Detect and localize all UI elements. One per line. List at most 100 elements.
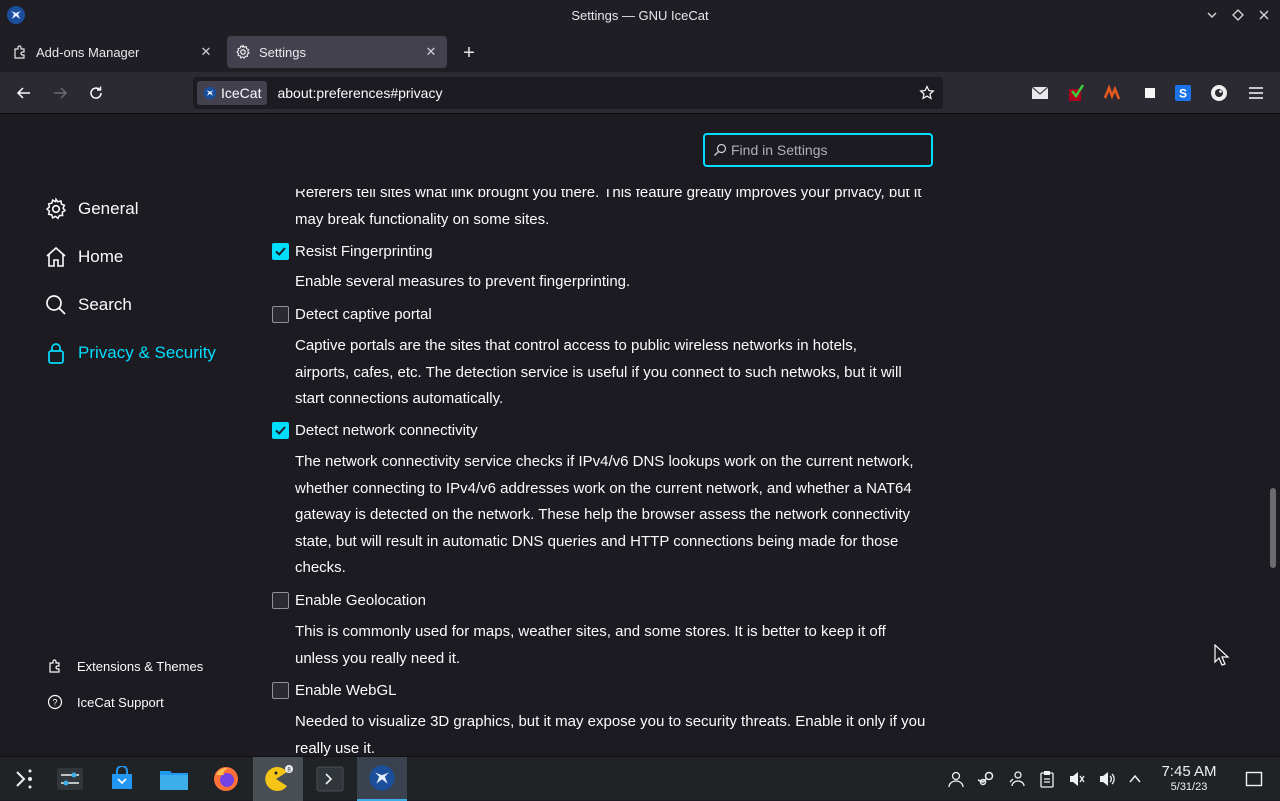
enable-geolocation-option[interactable]: Enable Geolocation [272, 589, 426, 611]
application-launcher-button[interactable] [0, 757, 50, 801]
close-tab-icon[interactable]: ✕ [423, 44, 439, 60]
pacman-game-button[interactable]: 8 [253, 757, 303, 801]
extension-white-square-icon[interactable] [1140, 83, 1160, 103]
detect-captive-portal-option[interactable]: Detect captive portal [272, 303, 432, 325]
icecat-logo-icon [7, 6, 25, 24]
extension-s-icon[interactable]: S [1173, 83, 1193, 103]
search-input[interactable] [731, 142, 921, 158]
terminal-button[interactable] [305, 757, 355, 801]
tab-label: Add-ons Manager [36, 44, 140, 60]
maximize-icon[interactable] [1232, 6, 1244, 24]
category-label: Home [78, 247, 124, 266]
window-title: Settings — GNU IceCat [571, 7, 709, 23]
steam-icon[interactable] [976, 769, 996, 789]
taskbar: 8 7:45 AM 5/31/23 [0, 756, 1280, 801]
icecat-task-button[interactable] [357, 757, 407, 801]
tab-strip: Add-ons Manager ✕ Settings ✕ + [0, 30, 1280, 72]
extensions-themes-link[interactable]: Extensions & Themes [46, 655, 203, 677]
puzzle-icon [46, 657, 64, 675]
kde-connect-icon[interactable] [1008, 769, 1028, 789]
scrollbar[interactable] [1266, 114, 1280, 756]
option-label: Enable WebGL [295, 681, 397, 699]
pacman-icon: 8 [265, 765, 293, 791]
category-label: Search [78, 295, 132, 314]
checkmark-icon [275, 425, 286, 435]
option-label: Detect network connectivity [295, 421, 478, 439]
discover-store-button[interactable] [97, 757, 147, 801]
mail-icon[interactable] [1030, 83, 1050, 103]
identity-box[interactable]: IceCat [197, 81, 268, 105]
detect-network-connectivity-option[interactable]: Detect network connectivity [272, 419, 478, 441]
reload-button[interactable] [84, 81, 108, 105]
url-text[interactable]: about:preferences#privacy [277, 85, 442, 101]
clock-date: 5/31/23 [1170, 781, 1208, 793]
show-desktop-icon[interactable] [1244, 769, 1264, 789]
checkbox-unchecked[interactable] [272, 681, 289, 699]
category-label: Privacy & Security [78, 343, 216, 362]
checkbox-checked[interactable] [272, 421, 289, 439]
terminal-icon [316, 766, 344, 792]
volume-icon[interactable] [1097, 769, 1117, 789]
category-search[interactable]: Search [44, 288, 132, 322]
resist-fingerprinting-option[interactable]: Resist Fingerprinting [272, 240, 433, 262]
firefox-icon [214, 767, 238, 791]
mouse-cursor-icon [1214, 644, 1230, 666]
category-general[interactable]: General [44, 192, 138, 226]
audio-muted-icon[interactable] [1067, 769, 1087, 789]
url-bar[interactable]: IceCat about:preferences#privacy [193, 77, 943, 109]
minimize-icon[interactable] [1206, 6, 1218, 24]
extension-checkmark-icon[interactable] [1066, 83, 1086, 103]
firefox-button[interactable] [201, 757, 251, 801]
gear-icon [44, 197, 68, 221]
arrow-left-icon [16, 87, 30, 99]
digital-clock[interactable]: 7:45 AM 5/31/23 [1152, 763, 1226, 793]
enable-webgl-option[interactable]: Enable WebGL [272, 679, 396, 701]
clipboard-icon[interactable] [1037, 769, 1057, 789]
preferences-content: General Home Search Privacy & Security E… [0, 114, 1280, 756]
search-icon [714, 143, 727, 156]
back-button[interactable] [12, 81, 36, 105]
extension-eye-icon[interactable] [1209, 83, 1229, 103]
tab-settings[interactable]: Settings ✕ [227, 36, 447, 68]
option-label: Enable Geolocation [295, 591, 426, 609]
option-label: Resist Fingerprinting [295, 242, 433, 260]
option-description: Needed to visualize 3D graphics, but it … [295, 713, 926, 756]
option-description: Captive portals are the sites that contr… [295, 337, 902, 408]
close-window-icon[interactable] [1258, 6, 1270, 24]
gear-icon [235, 44, 251, 60]
checkbox-unchecked[interactable] [272, 591, 289, 609]
home-icon [44, 245, 68, 269]
file-manager-button[interactable] [149, 757, 199, 801]
tab-addons-manager[interactable]: Add-ons Manager ✕ [4, 36, 222, 68]
category-privacy-security[interactable]: Privacy & Security [44, 336, 216, 370]
forward-button[interactable] [48, 81, 72, 105]
checkbox-unchecked[interactable] [272, 305, 289, 323]
folder-icon [160, 771, 188, 790]
hamburger-menu-icon[interactable] [1246, 83, 1266, 103]
find-in-settings-box[interactable] [703, 133, 933, 167]
option-description: The network connectivity service checks … [295, 453, 914, 577]
icecat-logo-icon [369, 765, 395, 791]
checkmark-icon [275, 246, 286, 256]
clock-time: 7:45 AM [1161, 763, 1217, 780]
scrollbar-thumb[interactable] [1270, 488, 1276, 568]
shopping-bag-icon [112, 766, 132, 789]
checkbox-checked[interactable] [272, 242, 289, 260]
icecat-support-link[interactable]: ? IceCat Support [46, 691, 164, 713]
new-tab-button[interactable]: + [458, 42, 480, 64]
referers-description: Referers tell sites what link brought yo… [295, 184, 922, 228]
close-tab-icon[interactable]: ✕ [198, 44, 214, 60]
lock-icon [44, 341, 68, 365]
bookmark-star-icon[interactable] [917, 83, 937, 103]
svg-text:S: S [1179, 87, 1187, 101]
settings-app-button[interactable] [45, 757, 95, 801]
extension-orange-icon[interactable] [1102, 83, 1122, 103]
user-icon[interactable] [946, 769, 966, 789]
category-home[interactable]: Home [44, 240, 123, 274]
navigation-toolbar: IceCat about:preferences#privacy S [0, 72, 1280, 114]
option-description: This is commonly used for maps, weather … [295, 623, 886, 667]
identity-label: IceCat [221, 85, 262, 101]
option-description: Enable several measures to prevent finge… [295, 273, 631, 290]
chevron-up-icon[interactable] [1125, 769, 1145, 789]
sliders-icon [57, 768, 83, 790]
